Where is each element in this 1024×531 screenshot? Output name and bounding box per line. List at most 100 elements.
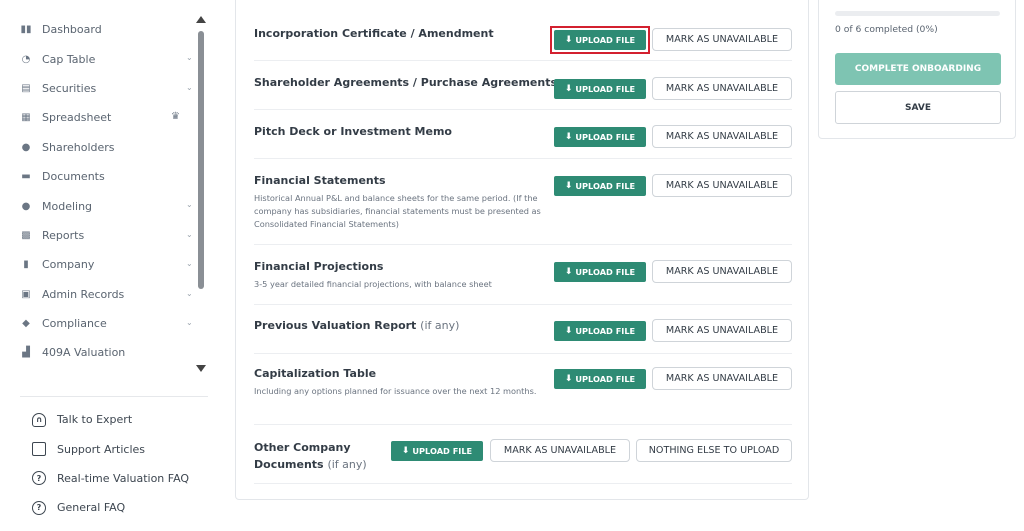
sidebar-item-shareholders[interactable]: ● Shareholders	[0, 133, 200, 162]
complete-onboarding-button[interactable]: COMPLETE ONBOARDING	[835, 53, 1001, 85]
document-title: Financial Projections	[254, 260, 383, 273]
upload-icon: ⬇	[564, 84, 573, 94]
pie-chart-icon: ◔	[21, 53, 31, 65]
upload-button-label: UPLOAD FILE	[575, 267, 636, 277]
headset-icon: ∩	[32, 412, 46, 427]
document-title-text: Financial Statements	[254, 174, 386, 187]
scroll-up-arrow-icon[interactable]	[196, 16, 206, 23]
sidebar-item-dashboard[interactable]: ▮▮ Dashboard	[0, 15, 200, 44]
sidebar-item-modeling[interactable]: ● Modeling ⌄	[0, 191, 200, 220]
mark-unavailable-button[interactable]: MARK AS UNAVAILABLE	[652, 260, 792, 283]
folder-icon: ▬	[21, 171, 31, 183]
mark-unavailable-button[interactable]: MARK AS UNAVAILABLE	[652, 125, 792, 148]
document-row: Financial Projections 3-5 year detailed f…	[254, 245, 792, 305]
document-row: Previous Valuation Report (if any) ⬇ UPLOA…	[254, 305, 792, 354]
upload-file-button[interactable]: ⬇ UPLOAD FILE	[554, 369, 646, 389]
upload-file-button[interactable]: ⬇ UPLOAD FILE	[554, 127, 646, 147]
help-link-label: Real-time Valuation FAQ	[57, 471, 190, 485]
mark-unavailable-button[interactable]: MARK AS UNAVAILABLE	[652, 77, 792, 100]
document-title: Previous Valuation Report (if any)	[254, 319, 459, 332]
sidebar-divider	[20, 396, 208, 397]
sidebar: ▮▮ Dashboard ◔ Cap Table ⌄ ▤ Securities ⌄ ▦ Sprea…	[0, 0, 215, 531]
chevron-down-icon[interactable]: ⌄	[186, 200, 193, 209]
help-link-support-articles[interactable]: Support Articles	[32, 434, 189, 463]
help-links: ∩ Talk to Expert Support Articles? Real-tim…	[32, 405, 189, 523]
upload-file-button[interactable]: ⬇ UPLOAD FILE	[554, 79, 646, 99]
document-title-text: Financial Projections	[254, 260, 384, 273]
help-link-real-time-valuation-faq[interactable]: ? Real-time Valuation FAQ	[32, 464, 189, 493]
document-title-text: Incorporation Certificate / Amendment	[254, 27, 494, 40]
sidebar-item-admin-records[interactable]: ▣ Admin Records ⌄	[0, 280, 200, 309]
upload-icon: ⬇	[564, 132, 573, 142]
upload-button-label: UPLOAD FILE	[575, 84, 636, 94]
upload-icon: ⬇	[401, 446, 410, 456]
chevron-down-icon[interactable]: ⌄	[186, 259, 193, 268]
sidebar-item-label: Dashboard	[42, 23, 102, 37]
upload-button-label: UPLOAD FILE	[575, 374, 636, 384]
sidebar-item-label: Securities	[42, 81, 97, 95]
mark-unavailable-button[interactable]: MARK AS UNAVAILABLE	[490, 439, 630, 462]
chevron-down-icon[interactable]: ⌄	[186, 289, 193, 298]
sidebar-item-spreadsheet[interactable]: ▦ Spreadsheet ♛	[0, 103, 200, 132]
document-row: Shareholder Agreements / Purchase Agreem…	[254, 61, 792, 110]
sidebar-item-compliance[interactable]: ◆ Compliance ⌄	[0, 309, 200, 338]
sidebar-item-label: Spreadsheet	[42, 111, 112, 125]
other-documents-title: Other Company Documents (if any)	[254, 439, 367, 473]
selection-highlight	[550, 26, 650, 54]
document-title: Capitalization Table	[254, 367, 376, 380]
save-button[interactable]: SAVE	[835, 91, 1001, 124]
document-title-text: Shareholder Agreements / Purchase Agreem…	[254, 76, 557, 89]
mark-unavailable-button[interactable]: MARK AS UNAVAILABLE	[652, 367, 792, 390]
sidebar-item-company[interactable]: ▮ Company ⌄	[0, 250, 200, 279]
nothing-else-to-upload-button[interactable]: NOTHING ELSE TO UPLOAD	[636, 439, 792, 462]
document-row: Pitch Deck or Investment Memo ⬇ UPLOAD FIL…	[254, 110, 792, 159]
document-title-text: Capitalization Table	[254, 367, 377, 380]
sidebar-item-reports[interactable]: ▩ Reports ⌄	[0, 221, 200, 250]
document-title: Pitch Deck or Investment Memo	[254, 125, 452, 138]
document-description: Including any options planned for issuan…	[254, 386, 537, 396]
chevron-down-icon[interactable]: ⌄	[186, 230, 193, 239]
document-title: Incorporation Certificate / Amendment	[254, 27, 494, 40]
help-link-general-faq[interactable]: ? General FAQ	[32, 493, 189, 522]
upload-file-button[interactable]: ⬇ UPLOAD FILE	[554, 176, 646, 196]
chevron-down-icon[interactable]: ⌄	[186, 53, 193, 62]
book-icon	[32, 442, 46, 457]
upload-file-button[interactable]: ⬇ UPLOAD FILE	[554, 321, 646, 341]
dashboard-icon: ▮▮	[20, 24, 32, 36]
building-icon: ▮	[23, 259, 29, 271]
upload-button-label: UPLOAD FILE	[412, 446, 473, 456]
lightbulb-icon: ●	[21, 200, 31, 212]
help-link-talk-to-expert[interactable]: ∩ Talk to Expert	[32, 405, 189, 434]
chevron-down-icon[interactable]: ⌄	[186, 83, 193, 92]
upload-button-label: UPLOAD FILE	[575, 326, 636, 336]
sidebar-scrollbar[interactable]	[196, 16, 206, 372]
scroll-down-arrow-icon[interactable]	[196, 365, 206, 372]
document-title: Financial Statements	[254, 174, 386, 187]
sidebar-item-cap-table[interactable]: ◔ Cap Table ⌄	[0, 44, 200, 73]
other-documents-suffix: (if any)	[327, 458, 367, 471]
bar-chart-icon: ▟	[22, 347, 30, 359]
document-row: Financial Statements Historical Annual P&…	[254, 159, 792, 245]
document-title-text: Previous Valuation Report	[254, 319, 417, 332]
scrollbar-thumb[interactable]	[198, 31, 204, 289]
sidebar-item-documents[interactable]: ▬ Documents	[0, 162, 200, 191]
upload-file-button[interactable]: ⬇ UPLOAD FILE	[554, 262, 646, 282]
mark-unavailable-button[interactable]: MARK AS UNAVAILABLE	[652, 28, 792, 51]
sidebar-nav: ▮▮ Dashboard ◔ Cap Table ⌄ ▤ Securities ⌄ ▦ Sprea…	[0, 15, 200, 368]
sidebar-item-label: 409A Valuation	[42, 346, 126, 360]
help-link-label: General FAQ	[57, 501, 126, 515]
sidebar-item-label: Company	[42, 258, 95, 272]
document-row: Incorporation Certificate / Amendment ⬇ UP…	[254, 1, 792, 61]
question-circle-icon: ?	[32, 500, 46, 515]
admin-records-icon: ▣	[21, 288, 31, 300]
sidebar-item-409a-valuation[interactable]: ▟ 409A Valuation	[0, 338, 200, 367]
chevron-down-icon[interactable]: ⌄	[186, 318, 193, 327]
shield-check-icon: ◆	[22, 318, 30, 330]
mark-unavailable-button[interactable]: MARK AS UNAVAILABLE	[652, 174, 792, 197]
mark-unavailable-button[interactable]: MARK AS UNAVAILABLE	[652, 319, 792, 342]
clipboard-icon: ▤	[21, 82, 31, 94]
sidebar-item-securities[interactable]: ▤ Securities ⌄	[0, 74, 200, 103]
upload-file-button[interactable]: ⬇ UPLOAD FILE	[391, 441, 483, 461]
document-title: Shareholder Agreements / Purchase Agreem…	[254, 76, 557, 89]
person-icon: ●	[21, 141, 31, 153]
